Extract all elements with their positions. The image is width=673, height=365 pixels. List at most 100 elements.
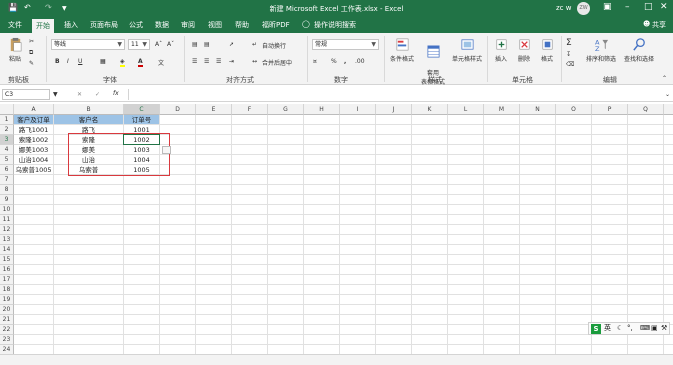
maximize-icon[interactable]: □ (644, 2, 653, 12)
decrease-font-icon[interactable]: Aˇ (167, 41, 174, 48)
worksheet-grid[interactable]: ABCDEFGHIJKLMNOPQR1234567891011121314151… (0, 104, 673, 355)
orientation-icon[interactable]: ➚ (229, 41, 234, 48)
data-cell[interactable]: 山治1004 (14, 155, 53, 164)
tab-formulas[interactable]: 公式 (129, 20, 143, 30)
header-cell[interactable]: 客户及订单 (14, 115, 53, 124)
user-name[interactable]: zc w (556, 4, 571, 12)
align-left-icon[interactable]: ☰ (192, 58, 197, 65)
clear-icon[interactable]: ⌫ (566, 61, 574, 68)
row-header[interactable]: 13 (0, 235, 14, 245)
column-header[interactable]: M (484, 104, 520, 115)
data-cell[interactable]: 娜美1003 (14, 145, 53, 154)
collapse-ribbon-icon[interactable]: ⌃ (662, 75, 667, 82)
punctuation-icon[interactable]: °, (627, 323, 633, 334)
column-header[interactable]: Q (628, 104, 664, 115)
column-header[interactable]: H (304, 104, 340, 115)
wrap-text-icon[interactable]: ↵ (252, 41, 257, 48)
paste-button[interactable]: 粘贴 (4, 37, 26, 63)
font-size-select[interactable]: 11 ▼ (128, 39, 150, 50)
tab-home[interactable]: 开始 (32, 19, 54, 33)
copy-icon[interactable]: ⧉ (29, 49, 33, 57)
tab-data[interactable]: 数据 (155, 20, 169, 30)
format-cells-button[interactable]: 格式 (537, 37, 557, 63)
merge-center-button[interactable]: 合并后居中 (262, 58, 292, 67)
column-header[interactable]: N (520, 104, 556, 115)
tab-foxit-pdf[interactable]: 福昕PDF (262, 20, 290, 30)
fill-color-icon[interactable]: ◈ (120, 58, 125, 67)
column-header[interactable]: B (54, 104, 124, 115)
align-center-icon[interactable]: ☰ (204, 58, 209, 65)
tab-file[interactable]: 文件 (8, 20, 22, 30)
column-header[interactable]: P (592, 104, 628, 115)
row-header[interactable]: 10 (0, 205, 14, 215)
fill-icon[interactable]: ↧ (566, 51, 571, 58)
column-header[interactable]: D (160, 104, 196, 115)
tab-view[interactable]: 视图 (208, 20, 222, 30)
comma-icon[interactable]: , (344, 58, 346, 65)
row-header[interactable]: 17 (0, 275, 14, 285)
column-header[interactable]: K (412, 104, 448, 115)
row-header[interactable]: 4 (0, 145, 14, 155)
merge-icon[interactable]: ↔ (252, 58, 257, 65)
align-top-icon[interactable]: ▤ (192, 41, 198, 48)
phonetic-icon[interactable]: 文 (158, 58, 164, 67)
ime-mode-label[interactable]: 英 (604, 323, 611, 334)
row-header[interactable]: 19 (0, 295, 14, 305)
data-cell[interactable]: 路飞1001 (14, 125, 53, 134)
tab-help[interactable]: 帮助 (235, 20, 249, 30)
data-cell[interactable]: 乌索普1005 (14, 165, 53, 174)
close-icon[interactable]: ✕ (660, 2, 668, 12)
column-header[interactable]: A (14, 104, 54, 115)
insert-function-icon[interactable]: fx (113, 90, 119, 97)
skin-icon[interactable]: ▣ (651, 323, 658, 334)
tab-review[interactable]: 审阅 (181, 20, 195, 30)
expand-formula-icon[interactable]: ⌄ (665, 91, 670, 98)
cancel-icon[interactable]: ✕ (77, 91, 82, 98)
currency-icon[interactable]: ¤ (313, 58, 317, 65)
number-format-select[interactable]: 常规 ▼ (312, 39, 379, 50)
autosum-icon[interactable]: Σ (566, 38, 572, 48)
row-header[interactable]: 1 (0, 115, 14, 125)
cut-icon[interactable]: ✂ (29, 38, 34, 45)
row-header[interactable]: 21 (0, 315, 14, 325)
delete-cells-button[interactable]: 删除 (514, 37, 534, 63)
underline-icon[interactable]: U (78, 58, 82, 65)
border-icon[interactable]: ▦ (100, 58, 106, 65)
ime-toolbar[interactable]: S 英 ☾ °, ⌨ ▣ ⚒ (588, 322, 670, 335)
column-header[interactable]: C (124, 104, 160, 115)
flash-fill-options-icon[interactable] (162, 146, 171, 154)
ribbon-display-icon[interactable]: ▣ (603, 2, 612, 12)
cell-styles-button[interactable]: 单元格样式 (450, 37, 484, 63)
align-right-icon[interactable]: ☰ (216, 58, 221, 65)
column-header[interactable]: J (376, 104, 412, 115)
row-header[interactable]: 15 (0, 255, 14, 265)
formula-input[interactable] (128, 89, 662, 100)
minimize-icon[interactable]: – (625, 2, 630, 12)
header-cell[interactable]: 客户名 (54, 115, 123, 124)
header-cell[interactable]: 订单号 (124, 115, 159, 124)
font-name-select[interactable]: 等线 ▼ (51, 39, 125, 50)
percent-icon[interactable]: % (331, 58, 337, 65)
find-select-button[interactable]: 查找和选择 (620, 37, 658, 63)
column-header[interactable]: O (556, 104, 592, 115)
avatar[interactable]: ZW (577, 2, 590, 15)
align-middle-icon[interactable]: ▤ (204, 41, 210, 48)
row-header[interactable]: 22 (0, 325, 14, 335)
tab-page-layout[interactable]: 页面布局 (90, 20, 118, 30)
row-header[interactable]: 11 (0, 215, 14, 225)
insert-cells-button[interactable]: 插入 (491, 37, 511, 63)
indent-icon[interactable]: ⇥ (229, 58, 234, 65)
data-cell[interactable]: 索隆1002 (14, 135, 53, 144)
bold-icon[interactable]: B (55, 58, 60, 65)
row-header[interactable]: 3 (0, 135, 14, 145)
italic-icon[interactable]: I (67, 58, 69, 65)
share-button[interactable]: 共享 (652, 20, 666, 30)
row-header[interactable]: 8 (0, 185, 14, 195)
conditional-format-button[interactable]: 条件格式 (388, 37, 416, 63)
column-header[interactable]: E (196, 104, 232, 115)
column-header[interactable]: I (340, 104, 376, 115)
row-header[interactable]: 6 (0, 165, 14, 175)
name-box[interactable]: C3 (2, 89, 50, 100)
wrap-text-button[interactable]: 自动换行 (262, 41, 286, 50)
row-header[interactable]: 18 (0, 285, 14, 295)
